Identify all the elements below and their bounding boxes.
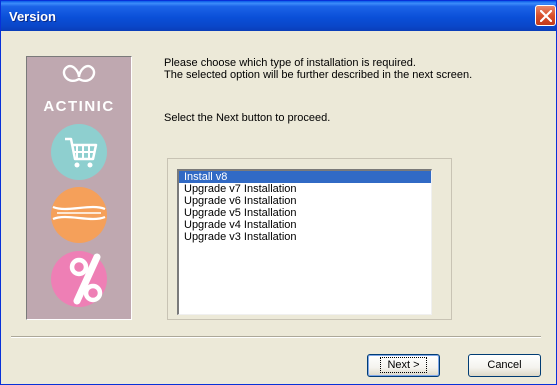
- actinic-brand-text: ACTINIC: [43, 98, 114, 115]
- actinic-logo-panel: ACTINIC: [26, 56, 132, 320]
- list-item[interactable]: Install v8: [179, 171, 431, 183]
- next-button[interactable]: Next >: [367, 354, 440, 377]
- instruction-line-2: The selected option will be further desc…: [164, 69, 473, 81]
- percent-icon: [51, 251, 107, 307]
- actinic-logo: ACTINIC: [43, 64, 114, 307]
- next-button-label: Next >: [380, 357, 427, 373]
- cart-icon: [51, 124, 107, 180]
- title-bar[interactable]: Version: [1, 1, 556, 31]
- installation-type-listbox[interactable]: Install v8 Upgrade v7 Installation Upgra…: [177, 169, 432, 315]
- list-item[interactable]: Upgrade v4 Installation: [179, 219, 431, 231]
- list-item[interactable]: Upgrade v6 Installation: [179, 195, 431, 207]
- close-button[interactable]: [535, 5, 556, 26]
- window-title: Version: [9, 9, 56, 24]
- list-item[interactable]: Upgrade v3 Installation: [179, 231, 431, 243]
- list-item[interactable]: Upgrade v5 Installation: [179, 207, 431, 219]
- instruction-line-3: Select the Next button to proceed.: [164, 112, 331, 124]
- actinic-swirl-icon: [62, 64, 96, 83]
- close-icon: [540, 10, 552, 22]
- list-item[interactable]: Upgrade v7 Installation: [179, 183, 431, 195]
- cancel-button[interactable]: Cancel: [468, 354, 541, 377]
- instruction-line-1: Please choose which type of installation…: [164, 57, 416, 69]
- handshake-icon: [51, 187, 107, 243]
- version-dialog: Version ACTINIC Please choose which type…: [0, 0, 557, 385]
- button-divider: [11, 336, 541, 338]
